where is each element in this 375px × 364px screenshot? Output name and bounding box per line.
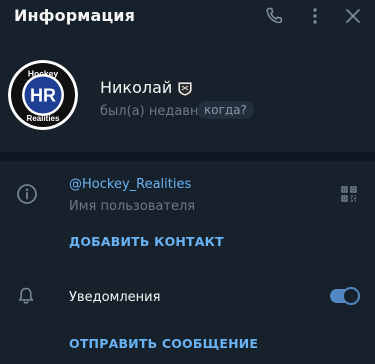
avatar-bottom-text: Realities [27,114,60,123]
toggle-knob [342,287,360,305]
more-vertical-icon[interactable] [305,6,325,26]
avatar-top-text: Hockey [28,69,59,79]
profile-section: HR Hockey Realities Николай был(а) недав… [0,52,375,142]
phone-icon[interactable] [264,6,284,26]
contact-name: Николай [100,78,173,97]
dialog-title: Информация [14,6,135,25]
when-button[interactable]: когда? [197,101,254,119]
notifications-label: Уведомления [69,290,161,305]
username-caption: Имя пользователя [69,199,196,214]
info-icon [16,183,38,205]
send-message-button[interactable]: ОТПРАВИТЬ СООБЩЕНИЕ [69,336,258,351]
last-seen-status: был(а) недавно [100,104,207,119]
avatar-monogram: HR [30,86,56,106]
username-link[interactable]: @Hockey_Realities [69,177,191,192]
section-divider [0,152,375,161]
avatar[interactable]: HR Hockey Realities [8,60,78,130]
bell-icon [16,286,36,306]
add-contact-button[interactable]: ДОБАВИТЬ КОНТАКТ [69,234,224,249]
dialog-header: Информация [0,0,375,34]
qr-code-icon[interactable] [341,186,357,202]
notifications-toggle[interactable] [330,287,360,305]
nhl-logo-icon [176,79,194,97]
close-icon[interactable] [343,6,363,26]
